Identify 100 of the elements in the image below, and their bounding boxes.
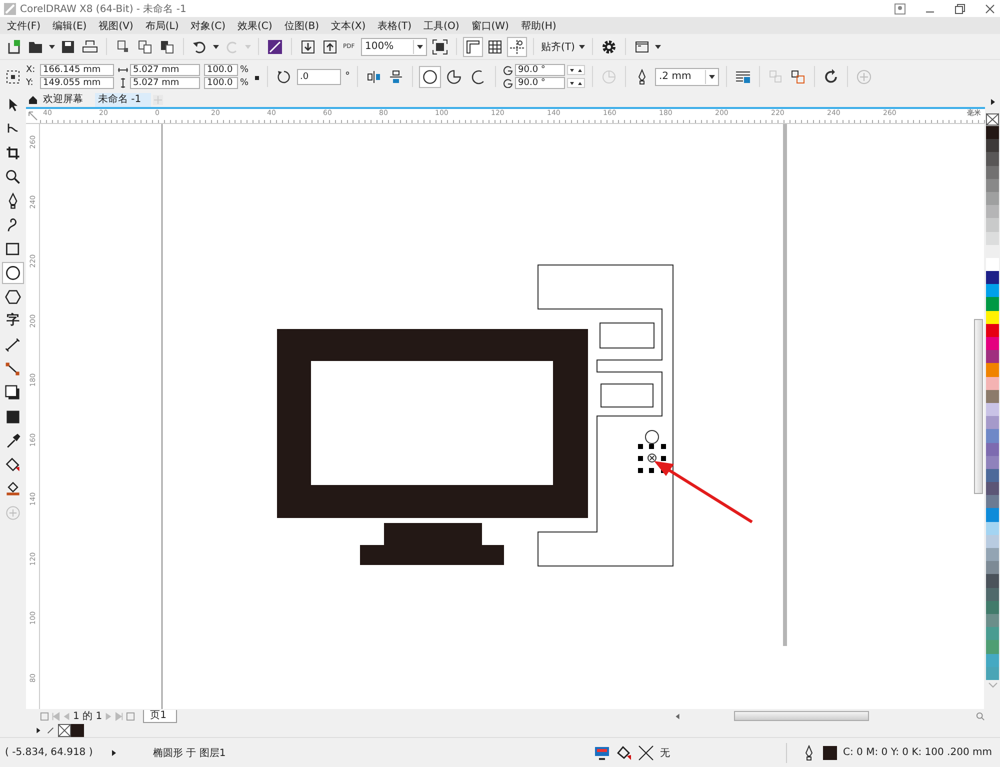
caret-icon[interactable] [705,70,718,84]
export-icon[interactable] [321,38,339,56]
guidelines-icon[interactable] [508,38,526,56]
color-swatch[interactable] [986,627,999,640]
convert-to-curves-icon[interactable] [789,68,807,86]
ellipse-type-icon[interactable] [420,66,440,86]
menu-item[interactable]: 文本(X) [326,18,374,32]
color-swatch[interactable] [986,482,999,496]
menu-item[interactable]: 位图(B) [280,18,327,32]
palette-menu-icon[interactable] [34,726,43,734]
object-origin-icon[interactable] [4,68,22,86]
color-swatch[interactable] [986,614,999,628]
caret-icon[interactable] [654,44,661,50]
text-tool[interactable]: 字 [3,311,23,331]
ellipse-tool-icon[interactable] [3,263,23,283]
caret-icon[interactable] [578,44,585,50]
color-swatch[interactable] [986,548,999,562]
color-swatch[interactable] [986,205,999,218]
color-swatch[interactable] [986,390,999,403]
color-swatch[interactable] [986,654,999,667]
caret-icon[interactable] [413,40,426,54]
color-swatch[interactable] [986,284,999,298]
refresh-icon[interactable] [822,68,840,86]
drive-bay-outline[interactable] [600,322,654,348]
color-swatch[interactable] [986,402,999,416]
color-swatch[interactable] [986,310,999,324]
grid-icon[interactable] [486,38,504,56]
restore-icon[interactable] [954,2,966,14]
expand-arrow-icon[interactable] [111,748,117,756]
copy-icon[interactable] [136,38,154,56]
menu-item[interactable]: 文件(F) [3,18,49,32]
selected-ellipse-drawing[interactable] [638,430,666,473]
caret-icon[interactable] [213,44,219,50]
menu-item[interactable]: 视图(V) [94,18,142,32]
page-tab[interactable]: 页1 [143,710,178,722]
color-swatch[interactable] [986,218,999,232]
color-swatch[interactable] [71,724,84,736]
color-swatch[interactable] [986,178,999,192]
close-icon[interactable] [984,2,996,14]
color-swatch[interactable] [986,126,999,140]
color-swatch[interactable] [986,640,999,654]
scroll-left-icon[interactable] [673,712,682,720]
color-swatch[interactable] [986,588,999,601]
scale-y-field[interactable]: 100.0 [204,77,238,89]
end-angle-field[interactable]: 90.0 ° [515,77,565,89]
rulers-icon[interactable] [464,38,482,56]
app-launcher-icon[interactable] [266,38,284,56]
mirror-vertical-icon[interactable] [387,68,405,86]
color-swatch[interactable] [986,468,999,482]
menu-item[interactable]: 效果(C) [234,18,280,32]
y-position-field[interactable]: 149.055 mm [40,77,114,89]
color-swatch[interactable] [986,600,999,614]
eyedropper-icon[interactable] [46,726,55,734]
spinner-icon[interactable] [567,78,585,88]
zoom-level-combo[interactable]: 100% [361,38,427,56]
ruler-origin-icon[interactable] [26,109,40,123]
zoom-icon[interactable] [976,712,985,720]
full-screen-icon[interactable] [431,38,449,56]
color-swatch[interactable] [986,442,999,456]
no-color-swatch[interactable] [986,113,999,126]
drive-bay-outline[interactable] [600,384,654,408]
color-swatch[interactable] [986,534,999,548]
menu-item[interactable]: 窗口(W) [467,18,517,32]
account-icon[interactable] [894,2,906,14]
outline-width-combo[interactable]: .2 mm [655,68,719,86]
import-icon[interactable] [299,38,317,56]
start-angle-field[interactable]: 90.0 ° [515,64,565,76]
color-swatch[interactable] [986,561,999,574]
menu-item[interactable]: 对象(C) [186,18,234,32]
document-tab[interactable]: 欢迎屏幕 [40,93,93,107]
color-swatch[interactable] [986,337,999,350]
caret-icon[interactable] [49,44,55,50]
color-swatch[interactable] [986,139,999,152]
scale-x-field[interactable]: 100.0 [204,64,238,76]
vertical-scrollbar[interactable] [973,124,984,709]
print-icon[interactable] [81,38,99,56]
color-swatch[interactable] [986,258,999,272]
x-position-field[interactable]: 166.145 mm [40,64,114,76]
color-swatch[interactable] [986,429,999,442]
snap-to-dropdown[interactable]: 贴齐(T) [541,40,575,54]
zoom-tool-icon[interactable] [3,167,23,187]
color-swatch[interactable] [986,495,999,508]
menu-item[interactable]: 工具(O) [420,18,468,32]
document-tab[interactable]: 未命名 -1 [95,93,152,107]
rotation-angle-field[interactable]: .0 [297,68,341,84]
height-field[interactable]: 5.027 mm [130,77,200,89]
color-swatch[interactable] [986,666,999,680]
color-swatch[interactable] [986,574,999,588]
color-swatch[interactable] [986,324,999,337]
color-swatch[interactable] [986,192,999,206]
monitor-screen-shape[interactable] [277,329,588,518]
color-swatch[interactable] [986,152,999,166]
color-swatch[interactable] [986,271,999,284]
menu-item[interactable]: 布局(L) [141,18,187,32]
settings-icon[interactable] [600,38,618,56]
lock-icon[interactable] [254,74,260,80]
color-swatch[interactable] [986,376,999,390]
no-color-swatch[interactable] [58,724,71,736]
menu-item[interactable]: 帮助(H) [516,18,564,32]
color-swatch[interactable] [986,350,999,364]
